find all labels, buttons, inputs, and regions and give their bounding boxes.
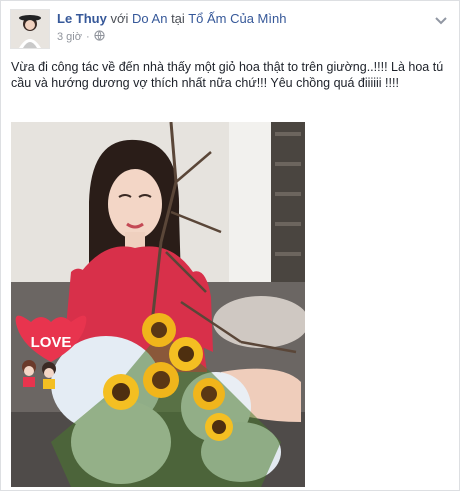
post-message: Vừa đi công tác về đến nhà thấy một giỏ …: [11, 60, 444, 90]
author-avatar[interactable]: [10, 9, 50, 49]
love-sticker-text: LOVE: [31, 334, 72, 351]
location-link[interactable]: Tổ Ấm Của Mình: [188, 11, 286, 26]
facebook-post-card: Le Thuy với Do An tại Tổ Ấm Của Mình 3 g…: [0, 0, 460, 491]
post-photo[interactable]: LOVE: [11, 122, 305, 487]
author-name-link[interactable]: Le Thuy: [57, 11, 107, 26]
chevron-down-icon[interactable]: [435, 13, 447, 25]
post-meta: 3 giờ ·: [57, 30, 105, 44]
post-timestamp[interactable]: 3 giờ: [57, 31, 82, 43]
globe-icon: [93, 30, 105, 44]
with-word: với: [110, 11, 129, 26]
tagged-friend-link[interactable]: Do An: [132, 11, 167, 26]
at-word: tại: [171, 11, 185, 26]
meta-separator: ·: [85, 31, 90, 43]
post-header-line: Le Thuy với Do An tại Tổ Ấm Của Mình: [57, 11, 286, 26]
